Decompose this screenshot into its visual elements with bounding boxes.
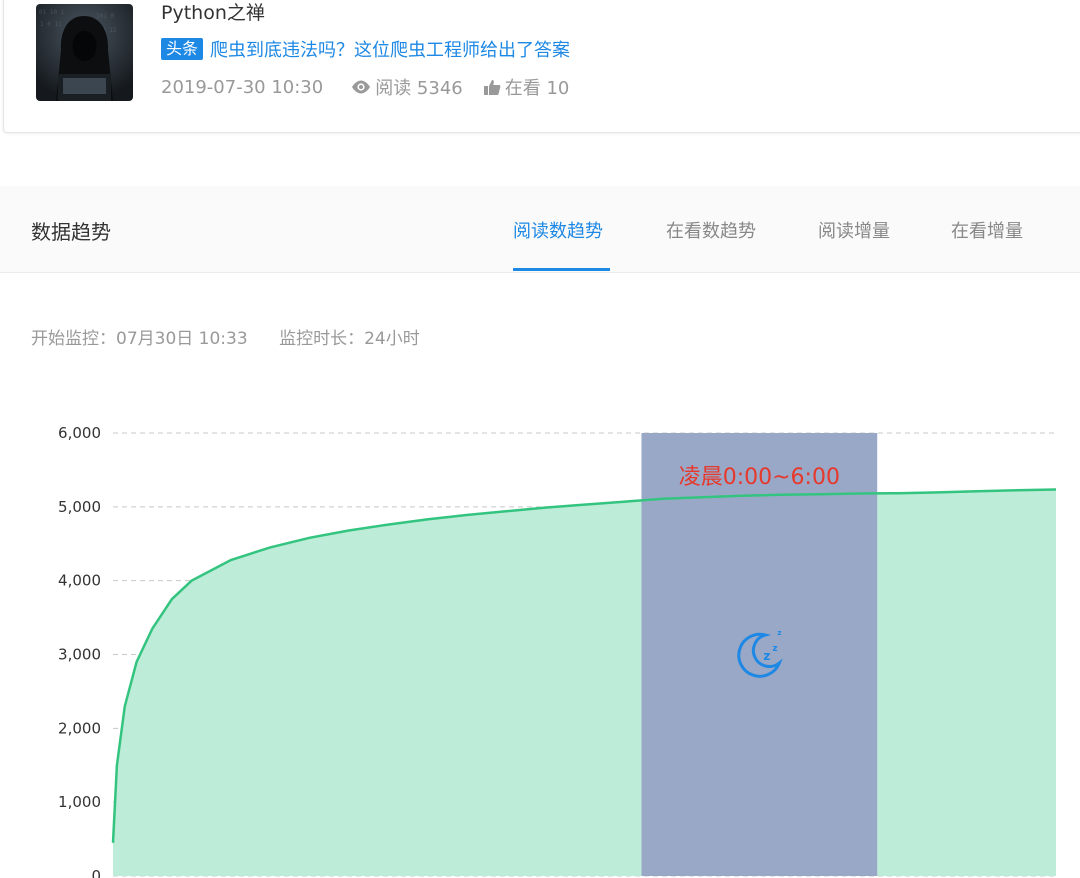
- active-tab-indicator: [513, 268, 610, 271]
- article-meta: 2019-07-30 10:30 阅读 5346 在看 10: [161, 74, 589, 100]
- monitor-start: 开始监控：07月30日 10:33: [31, 329, 248, 349]
- tab-watching-trend[interactable]: 在看数趋势: [666, 217, 756, 243]
- tab-read-trend[interactable]: 阅读数趋势: [513, 217, 603, 243]
- trend-header: 数据趋势 阅读数趋势 在看数趋势 阅读增量 在看增量: [0, 186, 1080, 273]
- series-area: [113, 489, 1056, 876]
- y-tick-label: 0: [91, 867, 101, 878]
- headline-badge: 头条: [161, 38, 204, 60]
- section-title: 数据趋势: [31, 220, 111, 244]
- y-tick-label: 5,000: [58, 498, 101, 516]
- svg-text:01 10 1: 01 10 1: [39, 9, 65, 16]
- tab-watching-increment[interactable]: 在看增量: [951, 217, 1023, 243]
- publish-date: 2019-07-30 10:30: [161, 76, 324, 98]
- monitor-duration: 监控时长：24小时: [279, 329, 420, 349]
- monitor-info: 开始监控：07月30日 10:33 监控时长：24小时: [31, 324, 424, 349]
- tab-read-increment[interactable]: 阅读增量: [818, 217, 890, 243]
- read-count-label: 阅读 5346: [375, 78, 463, 99]
- article-author: Python之禅: [161, 2, 265, 24]
- article-thumbnail[interactable]: 01 10 1 101 0 1 0 11 0 11: [36, 4, 133, 101]
- svg-text:101 0: 101 0: [96, 13, 114, 20]
- article-card[interactable]: 01 10 1 101 0 1 0 11 0 11 Python之禅 头条 爬虫到底…: [3, 0, 1080, 133]
- night-band: [641, 433, 878, 876]
- article-title-link[interactable]: 爬虫到底违法吗？这位爬虫工程师给出了答案: [210, 36, 570, 62]
- y-tick-label: 1,000: [58, 793, 101, 811]
- eye-icon: [352, 80, 371, 94]
- svg-text:1 0 11: 1 0 11: [40, 21, 62, 28]
- read-count: 阅读 5346: [351, 74, 463, 100]
- article-title-row[interactable]: 头条 爬虫到底违法吗？这位爬虫工程师给出了答案: [161, 36, 570, 62]
- thumbs-up-icon: [483, 79, 501, 95]
- watching-count: 在看 10: [483, 74, 570, 100]
- svg-text:z: z: [763, 649, 770, 663]
- y-tick-label: 2,000: [58, 719, 101, 737]
- y-tick-label: 4,000: [58, 572, 101, 590]
- svg-text:z: z: [772, 644, 777, 654]
- y-tick-label: 6,000: [58, 424, 101, 442]
- watching-count-label: 在看 10: [504, 78, 570, 99]
- y-tick-label: 3,000: [58, 646, 101, 664]
- svg-text:z: z: [777, 629, 781, 637]
- read-trend-chart: 0 1,000 2,000 3,000 4,000 5,000 6,000 凌晨0:00~6:…: [58, 424, 1057, 878]
- hooded-hacker-image: 01 10 1101 0 1 0 110 11: [36, 4, 133, 101]
- night-band-label: 凌晨0:00~6:00: [679, 465, 840, 490]
